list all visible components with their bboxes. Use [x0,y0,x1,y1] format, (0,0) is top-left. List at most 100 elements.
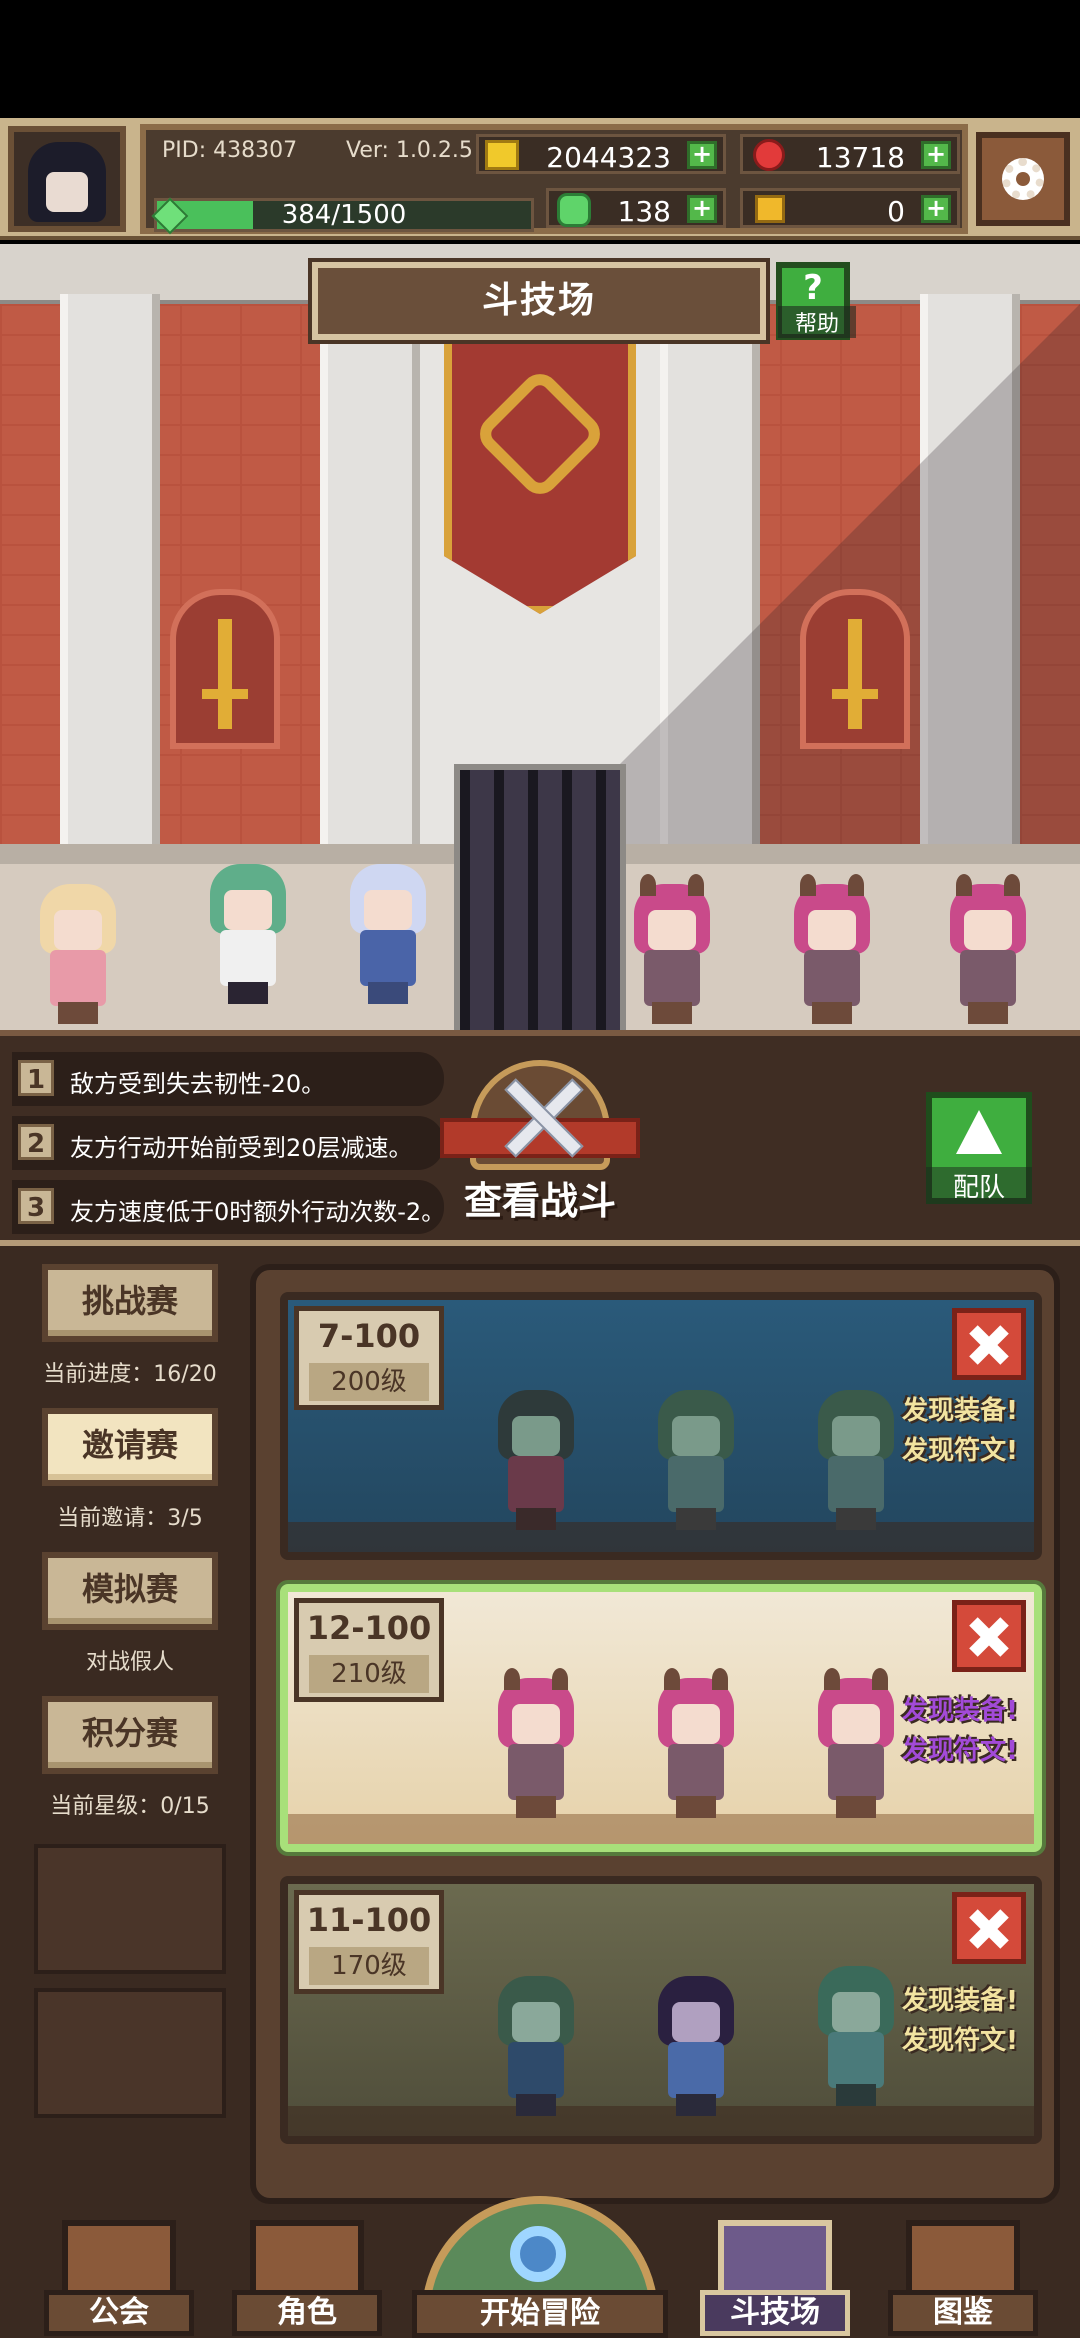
tab-invitational[interactable]: 邀请赛 [42,1408,218,1486]
help-button[interactable]: ? 帮助 [776,262,856,340]
enemy-character [624,874,720,1024]
opponent-character [488,1976,584,2116]
opponent-card[interactable]: 7-100 200级 发现装备! 发现符文! [280,1292,1042,1560]
nav-character[interactable]: 角色 [232,2220,382,2338]
stage-name: 12-100 [306,1609,432,1647]
view-battle-button[interactable]: 查看战斗 [440,1060,640,1228]
modifier-number: 3 [18,1188,54,1224]
sword-icon [832,619,878,729]
mode-sidebar: 挑战赛 当前进度：16/20 邀请赛 当前邀请：3/5 模拟赛 对战假人 积分赛… [30,1264,230,2204]
tab-label: 模拟赛 [81,1570,178,1608]
nav-codex[interactable]: 图鉴 [888,2220,1038,2338]
stage-plate: 7-100 200级 [294,1306,444,1410]
tab-simulation[interactable]: 模拟赛 [42,1552,218,1630]
opponent-character [488,1390,584,1530]
clover-icon [557,193,591,227]
team-icon [956,1110,1002,1154]
page-title-plate: 斗技场 [312,262,766,340]
top-hud: PID: 438307 Ver: 1.0.2.5 2044323 + 13718… [0,118,1080,240]
tab-label: 邀请赛 [81,1426,178,1464]
avatar-portrait [28,142,106,222]
view-battle-label: 查看战斗 [463,1179,616,1223]
empty-slot [34,1988,226,2118]
dismiss-button[interactable] [952,1892,1026,1964]
ranked-stars: 当前星级：0/15 [50,1794,210,1819]
rune-drop-text: 发现符文! [902,1436,1018,1466]
modifier-row: 2 友方行动开始前受到20层减速。 [12,1116,444,1170]
stage-name: 11-100 [306,1901,432,1939]
modifier-text: 敌方受到失去韧性-20。 [70,1070,326,1098]
card-ground [288,1814,1034,1844]
add-gems-button[interactable]: + [921,141,951,169]
opponent-character [488,1668,584,1818]
modifier-row: 3 友方速度低于0时额外行动次数-2。 [12,1180,445,1234]
tab-ranked[interactable]: 积分赛 [42,1696,218,1774]
team-setup-button[interactable]: 配队 [926,1092,1032,1204]
page-title: 斗技场 [481,280,596,321]
nav-label: 图鉴 [888,2290,1038,2336]
wall-alcove [800,589,910,749]
tab-challenge[interactable]: 挑战赛 [42,1264,218,1342]
enemy-character [784,874,880,1024]
resource-panel: PID: 438307 Ver: 1.0.2.5 2044323 + 13718… [140,124,968,235]
arena-main: 挑战赛 当前进度：16/20 邀请赛 当前邀请：3/5 模拟赛 对战假人 积分赛… [0,1240,1080,2220]
opponent-list: 7-100 200级 发现装备! 发现符文! 12-100 210级 发现装备!… [250,1264,1060,2204]
question-icon: ? [803,268,823,308]
gold-value: 2044323 [546,141,671,174]
add-clover-button[interactable]: + [687,195,717,223]
gold-counter: 2044323 + [476,134,726,174]
help-label: 帮助 [778,306,856,338]
nav-arena[interactable]: 斗技场 [700,2220,850,2338]
modifier-row: 1 敌方受到失去韧性-20。 [12,1052,444,1106]
arena-scene [0,244,1080,1030]
equipment-drop-text: 发现装备! [902,1986,1018,2016]
add-keys-button[interactable]: + [921,195,951,223]
wall-alcove [170,589,280,749]
stamina-value: 384/1500 [281,200,407,230]
stage-name: 7-100 [317,1317,421,1355]
dismiss-button[interactable] [952,1600,1026,1672]
stage-level: 210级 [309,1655,429,1693]
invitation-count: 当前邀请：3/5 [57,1506,203,1531]
nav-label: 开始冒险 [412,2290,668,2338]
pillar [320,294,420,854]
enemy-character [940,874,1036,1024]
modifier-text: 友方行动开始前受到20层减速。 [70,1134,413,1162]
key-value: 0 [887,195,905,228]
simulation-desc: 对战假人 [85,1650,174,1675]
nav-guild[interactable]: 公会 [44,2220,194,2338]
opponent-character [648,1668,744,1818]
settings-button[interactable] [976,132,1070,226]
bottom-nav: 公会 角色 开始冒险 斗技场 图鉴 [0,2196,1080,2338]
tab-label: 挑战赛 [81,1282,178,1320]
gear-icon [1002,158,1044,200]
opponent-card-selected[interactable]: 12-100 210级 发现装备! 发现符文! [280,1584,1042,1852]
ally-character [200,864,296,1004]
key-counter: 0 + [740,188,960,228]
modifier-number: 2 [18,1124,54,1160]
stage-level: 200级 [309,1363,429,1401]
stage-plate: 11-100 170级 [294,1890,444,1994]
sword-icon [202,619,248,729]
nav-label: 斗技场 [700,2290,850,2336]
player-avatar[interactable] [8,126,126,232]
stamina-bar: 384/1500 [151,197,534,235]
nav-start-adventure[interactable]: 开始冒险 [412,2196,668,2338]
stage-level: 170级 [309,1947,429,1985]
equipment-drop-text: 发现装备! [902,1396,1018,1426]
key-icon [755,195,785,223]
status-bar-area [0,0,1080,118]
empty-slot [34,1844,226,1974]
add-gold-button[interactable]: + [687,141,717,169]
game-version: Ver: 1.0.2.5 [346,138,473,163]
opponent-character [808,1668,904,1818]
opponent-card[interactable]: 11-100 170级 发现装备! 发现符文! [280,1876,1042,2144]
stage-plate: 12-100 210级 [294,1598,444,1702]
tab-label: 积分赛 [81,1714,178,1752]
magnifier-icon [510,2226,566,2282]
dismiss-button[interactable] [952,1308,1026,1380]
player-id: PID: 438307 [162,138,298,163]
crossed-swords-icon [498,1074,582,1158]
opponent-character [648,1976,744,2116]
clover-value: 138 [617,195,671,228]
